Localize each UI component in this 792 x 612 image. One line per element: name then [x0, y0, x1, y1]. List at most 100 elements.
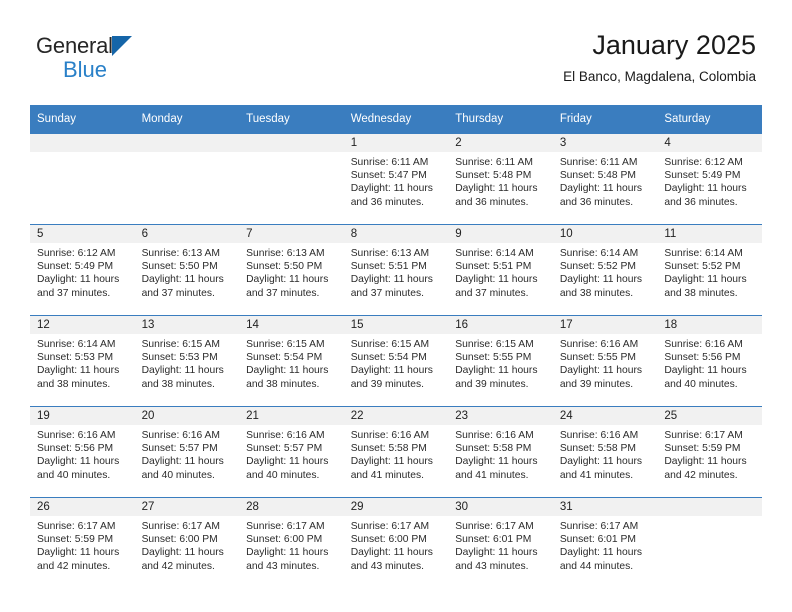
- calendar-day-cell[interactable]: 20 Sunrise: 6:16 AM Sunset: 5:57 PM Dayligh…: [134, 406, 240, 498]
- day-number: [657, 498, 762, 516]
- calendar-day-cell[interactable]: 29 Sunrise: 6:17 AM Sunset: 6:00 PM Dayligh…: [343, 497, 449, 588]
- calendar-day-cell[interactable]: 24 Sunrise: 6:16 AM Sunset: 5:58 PM Dayligh…: [552, 406, 658, 498]
- sunrise-text: Sunrise: 6:16 AM: [559, 339, 639, 350]
- page-subtitle: El Banco, Magdalena, Colombia: [563, 69, 756, 84]
- calendar-day-cell[interactable]: 30 Sunrise: 6:17 AM Sunset: 6:01 PM Dayligh…: [448, 497, 553, 588]
- calendar-day-cell[interactable]: 28 Sunrise: 6:17 AM Sunset: 6:00 PM Dayligh…: [239, 497, 344, 588]
- calendar-day-cell[interactable]: 1 Sunrise: 6:11 AM Sunset: 5:47 PM Daylight…: [343, 133, 449, 225]
- day-cell-content: [134, 134, 240, 224]
- calendar-day-cell[interactable]: 14 Sunrise: 6:15 AM Sunset: 5:54 PM Dayligh…: [239, 315, 344, 407]
- calendar-day-cell[interactable]: [239, 133, 344, 225]
- day-cell-content: 20 Sunrise: 6:16 AM Sunset: 5:57 PM Dayligh…: [134, 407, 240, 497]
- daylight-text-line1: Daylight: 11 hours: [350, 274, 433, 286]
- triangle-icon: [112, 36, 132, 56]
- daylight-text-line1: Daylight: 11 hours: [559, 365, 643, 377]
- calendar-day-cell[interactable]: [30, 133, 135, 225]
- day-cell-content: 26 Sunrise: 6:17 AM Sunset: 5:59 PM Dayligh…: [30, 498, 135, 588]
- sunset-text: Sunset: 5:49 PM: [37, 261, 114, 273]
- calendar-day-cell[interactable]: 17 Sunrise: 6:16 AM Sunset: 5:55 PM Dayligh…: [552, 315, 658, 407]
- calendar-day-cell[interactable]: 19 Sunrise: 6:16 AM Sunset: 5:56 PM Dayligh…: [30, 406, 135, 498]
- sunset-text: Sunset: 5:50 PM: [246, 261, 323, 273]
- day-cell-content: 11 Sunrise: 6:14 AM Sunset: 5:52 PM Dayligh…: [657, 225, 762, 315]
- calendar-day-cell[interactable]: 16 Sunrise: 6:15 AM Sunset: 5:55 PM Dayligh…: [448, 315, 553, 407]
- sunrise-text: Sunrise: 6:15 AM: [455, 339, 534, 350]
- daylight-text-line1: Daylight: 11 hours: [559, 274, 643, 286]
- daylight-text-line2: and 38 minutes.: [664, 287, 738, 299]
- sunrise-text: Sunrise: 6:15 AM: [350, 339, 430, 350]
- calendar-day-cell[interactable]: 15 Sunrise: 6:15 AM Sunset: 5:54 PM Dayligh…: [343, 315, 449, 407]
- sunrise-text: Sunrise: 6:13 AM: [246, 248, 325, 259]
- weekday-header-monday: Monday: [134, 105, 240, 134]
- calendar-day-cell[interactable]: [134, 133, 240, 225]
- daylight-text-line2: and 44 minutes.: [559, 560, 634, 572]
- calendar-day-cell[interactable]: 18 Sunrise: 6:16 AM Sunset: 5:56 PM Dayligh…: [657, 315, 762, 407]
- calendar-day-cell[interactable]: 25 Sunrise: 6:17 AM Sunset: 5:59 PM Dayligh…: [657, 406, 762, 498]
- page-header: General Blue January 2025 El Banco, Magd…: [0, 0, 792, 104]
- daylight-text-line2: and 41 minutes.: [455, 469, 529, 481]
- day-details: Sunrise: 6:14 AM Sunset: 5:52 PM Daylight:…: [553, 243, 658, 300]
- calendar-day-cell[interactable]: 4 Sunrise: 6:12 AM Sunset: 5:49 PM Daylight…: [657, 133, 762, 225]
- day-details: Sunrise: 6:13 AM Sunset: 5:50 PM Daylight:…: [239, 243, 344, 300]
- calendar-day-cell[interactable]: [657, 497, 762, 588]
- day-details: Sunrise: 6:15 AM Sunset: 5:54 PM Daylight:…: [239, 334, 344, 391]
- daylight-text-line2: and 38 minutes.: [246, 378, 320, 390]
- calendar-day-cell[interactable]: 6 Sunrise: 6:13 AM Sunset: 5:50 PM Daylight…: [134, 224, 240, 316]
- daylight-text-line2: and 36 minutes.: [350, 196, 424, 208]
- sunset-text: Sunset: 5:57 PM: [246, 443, 323, 455]
- day-number: [30, 134, 135, 152]
- day-cell-content: 14 Sunrise: 6:15 AM Sunset: 5:54 PM Dayligh…: [239, 316, 344, 406]
- daylight-text-line1: Daylight: 11 hours: [455, 274, 538, 286]
- sunrise-text: Sunrise: 6:17 AM: [37, 521, 116, 532]
- day-number: 11: [657, 225, 762, 243]
- calendar-day-cell[interactable]: 2 Sunrise: 6:11 AM Sunset: 5:48 PM Daylight…: [448, 133, 553, 225]
- daylight-text-line2: and 37 minutes.: [455, 287, 529, 299]
- calendar-day-cell[interactable]: 13 Sunrise: 6:15 AM Sunset: 5:53 PM Dayligh…: [134, 315, 240, 407]
- calendar-day-cell[interactable]: 21 Sunrise: 6:16 AM Sunset: 5:57 PM Dayligh…: [239, 406, 344, 498]
- daylight-text-line2: and 40 minutes.: [246, 469, 320, 481]
- brand-name-general: General: [36, 33, 113, 58]
- sunset-text: Sunset: 5:55 PM: [559, 352, 636, 364]
- calendar-day-cell[interactable]: 22 Sunrise: 6:16 AM Sunset: 5:58 PM Dayligh…: [343, 406, 449, 498]
- day-details: Sunrise: 6:11 AM Sunset: 5:48 PM Daylight:…: [553, 152, 658, 209]
- calendar-day-cell[interactable]: 27 Sunrise: 6:17 AM Sunset: 6:00 PM Dayligh…: [134, 497, 240, 588]
- day-number: 10: [552, 225, 658, 243]
- day-number: 27: [134, 498, 240, 516]
- calendar-day-cell[interactable]: 9 Sunrise: 6:14 AM Sunset: 5:51 PM Daylight…: [448, 224, 553, 316]
- daylight-text-line2: and 36 minutes.: [455, 196, 529, 208]
- sunset-text: Sunset: 6:00 PM: [246, 534, 323, 546]
- calendar-day-cell[interactable]: 8 Sunrise: 6:13 AM Sunset: 5:51 PM Daylight…: [343, 224, 449, 316]
- daylight-text-line1: Daylight: 11 hours: [455, 183, 538, 195]
- sunset-text: Sunset: 5:48 PM: [559, 170, 636, 182]
- day-details: Sunrise: 6:17 AM Sunset: 6:01 PM Daylight:…: [553, 516, 658, 573]
- day-cell-content: 15 Sunrise: 6:15 AM Sunset: 5:54 PM Dayligh…: [343, 316, 449, 406]
- calendar-day-cell[interactable]: 23 Sunrise: 6:16 AM Sunset: 5:58 PM Dayligh…: [448, 406, 553, 498]
- calendar-header-row: Sunday Monday Tuesday Wednesday Thursday…: [30, 105, 762, 134]
- day-number: 30: [448, 498, 553, 516]
- calendar-day-cell[interactable]: 26 Sunrise: 6:17 AM Sunset: 5:59 PM Dayligh…: [30, 497, 135, 588]
- daylight-text-line2: and 43 minutes.: [455, 560, 529, 572]
- daylight-text-line2: and 39 minutes.: [350, 378, 424, 390]
- sunset-text: Sunset: 5:55 PM: [455, 352, 532, 364]
- day-number: 23: [448, 407, 553, 425]
- calendar-day-cell[interactable]: 10 Sunrise: 6:14 AM Sunset: 5:52 PM Dayligh…: [552, 224, 658, 316]
- day-details: Sunrise: 6:15 AM Sunset: 5:55 PM Daylight:…: [448, 334, 553, 391]
- day-number: 29: [343, 498, 449, 516]
- sunrise-text: Sunrise: 6:13 AM: [350, 248, 430, 259]
- sunset-text: Sunset: 5:54 PM: [350, 352, 427, 364]
- daylight-text-line2: and 38 minutes.: [37, 378, 111, 390]
- calendar-day-cell[interactable]: 31 Sunrise: 6:17 AM Sunset: 6:01 PM Dayligh…: [552, 497, 658, 588]
- calendar-day-cell[interactable]: 11 Sunrise: 6:14 AM Sunset: 5:52 PM Dayligh…: [657, 224, 762, 316]
- daylight-text-line2: and 37 minutes.: [141, 287, 215, 299]
- day-number: [239, 134, 344, 152]
- calendar-day-cell[interactable]: 5 Sunrise: 6:12 AM Sunset: 5:49 PM Daylight…: [30, 224, 135, 316]
- day-number: 7: [239, 225, 344, 243]
- daylight-text-line2: and 36 minutes.: [559, 196, 634, 208]
- daylight-text-line2: and 41 minutes.: [350, 469, 424, 481]
- calendar-day-cell[interactable]: 7 Sunrise: 6:13 AM Sunset: 5:50 PM Daylight…: [239, 224, 344, 316]
- calendar-grid: Sunday Monday Tuesday Wednesday Thursday…: [30, 105, 762, 588]
- calendar-day-cell[interactable]: 3 Sunrise: 6:11 AM Sunset: 5:48 PM Daylight…: [552, 133, 658, 225]
- calendar-day-cell[interactable]: 12 Sunrise: 6:14 AM Sunset: 5:53 PM Dayligh…: [30, 315, 135, 407]
- sunset-text: Sunset: 5:53 PM: [141, 352, 218, 364]
- day-number: 24: [552, 407, 658, 425]
- day-cell-content: 23 Sunrise: 6:16 AM Sunset: 5:58 PM Dayligh…: [448, 407, 553, 497]
